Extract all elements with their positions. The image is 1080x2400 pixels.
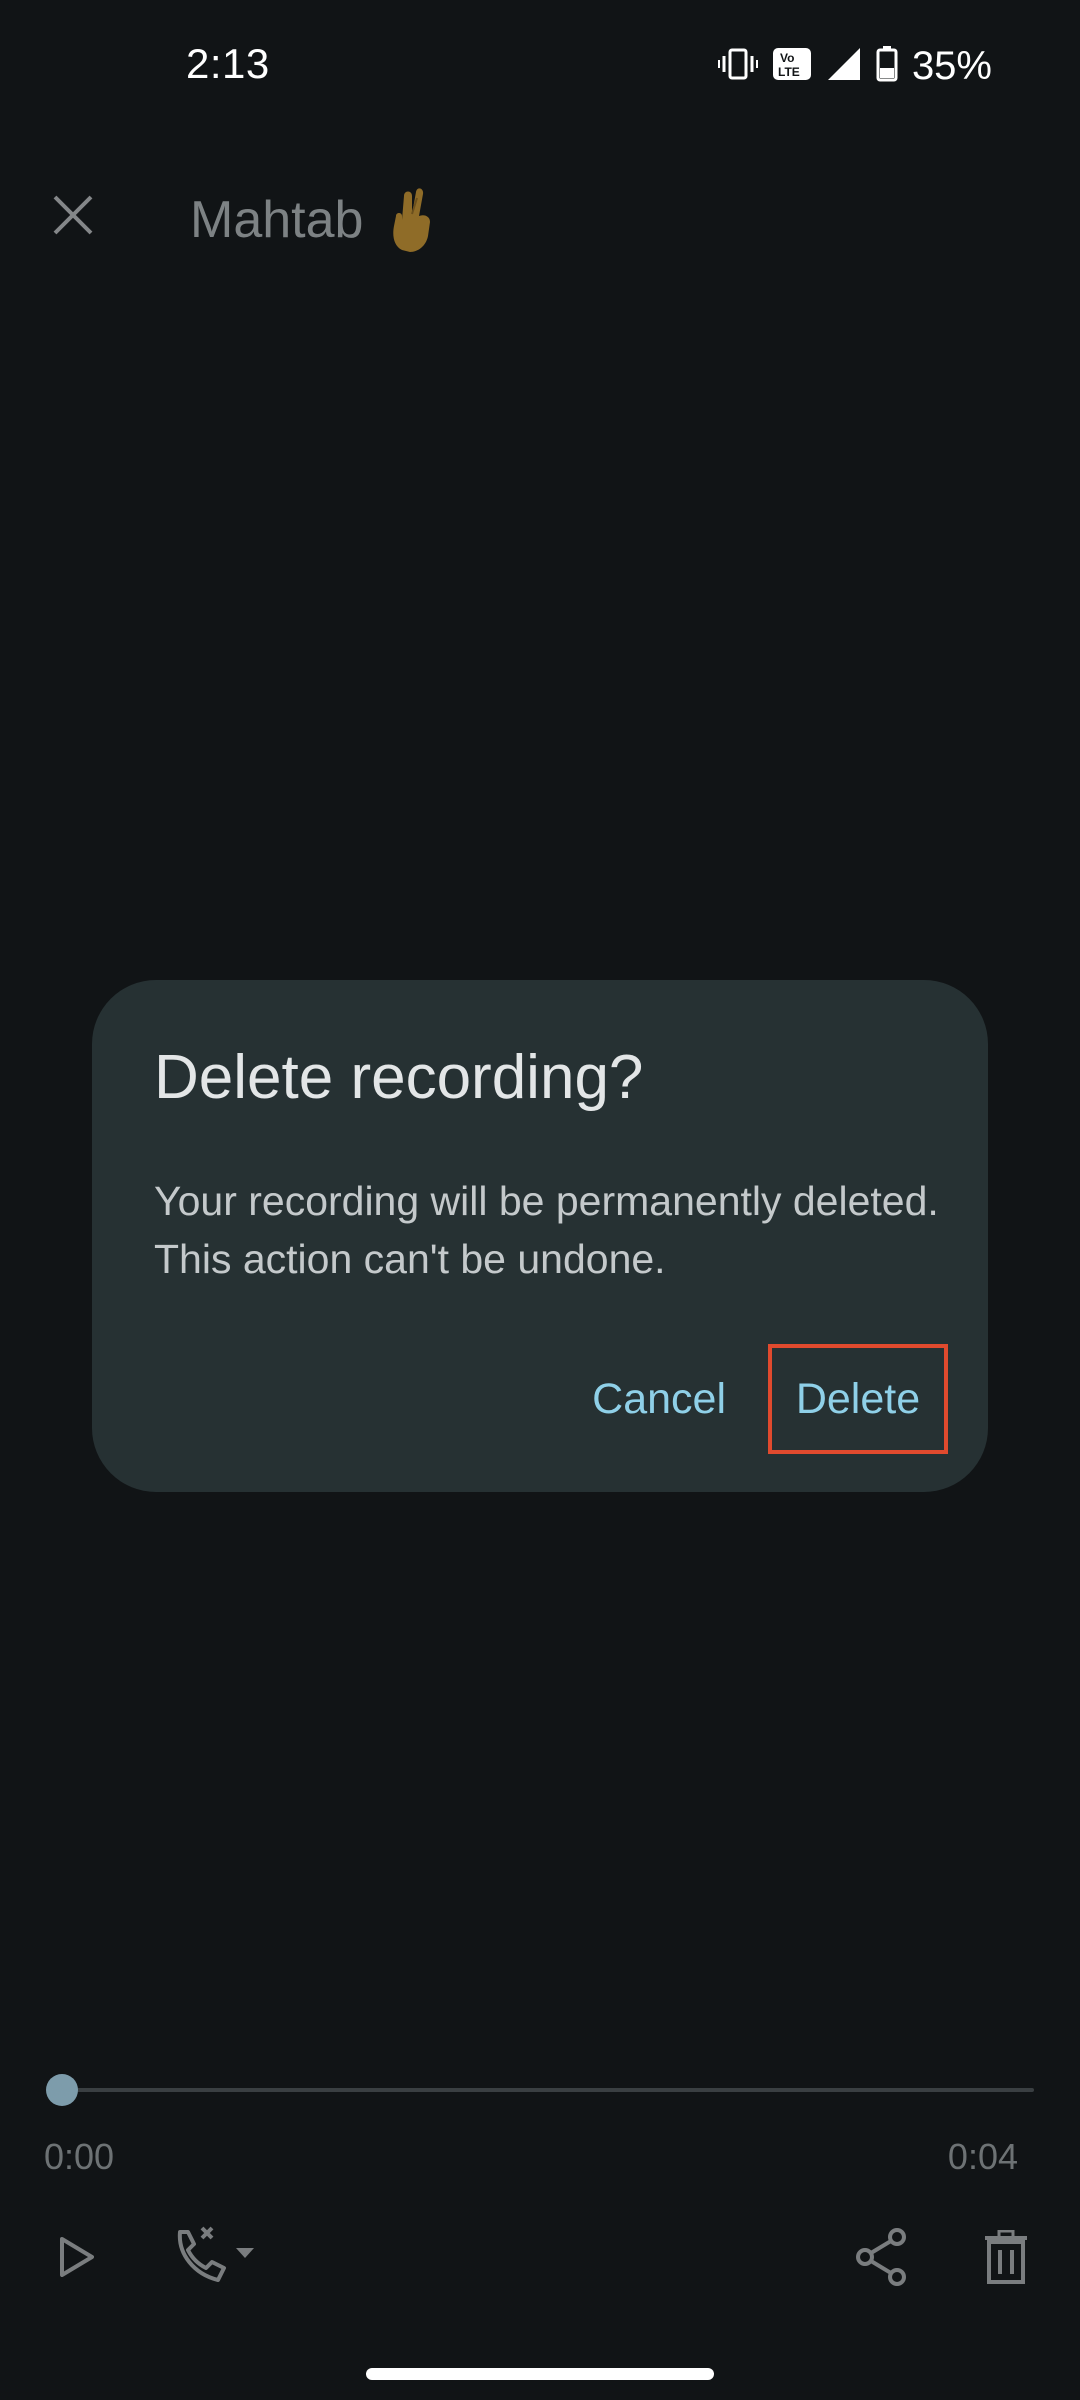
top-app-bar: Mahtab — [0, 170, 1080, 270]
volte-icon: Vo LTE — [772, 47, 812, 86]
trash-icon — [985, 2230, 1027, 2284]
delete-button[interactable]: Delete — [768, 1344, 948, 1454]
audio-route-button[interactable] — [168, 2218, 268, 2294]
delete-recording-button[interactable] — [974, 2222, 1038, 2292]
total-duration: 0:04 — [947, 2136, 1018, 2177]
dialog-title: Delete recording? — [154, 1043, 644, 1112]
delete-recording-dialog: Delete recording? Your recording will be… — [92, 980, 988, 1492]
status-bar: 2:13 Vo LTE 35% — [0, 0, 1080, 140]
recording-screen: 2:13 Vo LTE 35% Mahtab Delete recording?… — [0, 0, 1080, 2400]
battery-icon — [876, 46, 898, 87]
close-button[interactable] — [36, 178, 110, 252]
cancel-button[interactable]: Cancel — [562, 1349, 756, 1450]
status-icons: Vo LTE 35% — [717, 44, 992, 89]
elapsed-time: 0:00 — [44, 2136, 115, 2177]
dialog-actions: Cancel Delete — [562, 1344, 948, 1454]
page-title: Mahtab — [190, 191, 364, 249]
svg-text:Vo: Vo — [780, 51, 794, 65]
close-icon — [53, 195, 93, 235]
dialog-message: Your recording will be permanently delet… — [154, 1178, 939, 1282]
home-indicator[interactable] — [366, 2368, 714, 2380]
svg-text:LTE: LTE — [778, 65, 800, 79]
playback-seekbar[interactable] — [62, 2088, 1034, 2092]
share-button[interactable] — [846, 2222, 916, 2292]
play-icon — [60, 2237, 94, 2277]
vibrate-icon — [717, 44, 758, 89]
seekbar-thumb[interactable] — [46, 2074, 78, 2106]
share-icon — [856, 2228, 906, 2286]
signal-icon — [826, 46, 862, 87]
status-time: 2:13 — [186, 40, 270, 87]
play-button[interactable] — [44, 2222, 108, 2292]
battery-percent: 35% — [911, 44, 992, 88]
crossed-fingers-icon — [384, 186, 440, 252]
call-audio-route-icon — [177, 2226, 254, 2282]
